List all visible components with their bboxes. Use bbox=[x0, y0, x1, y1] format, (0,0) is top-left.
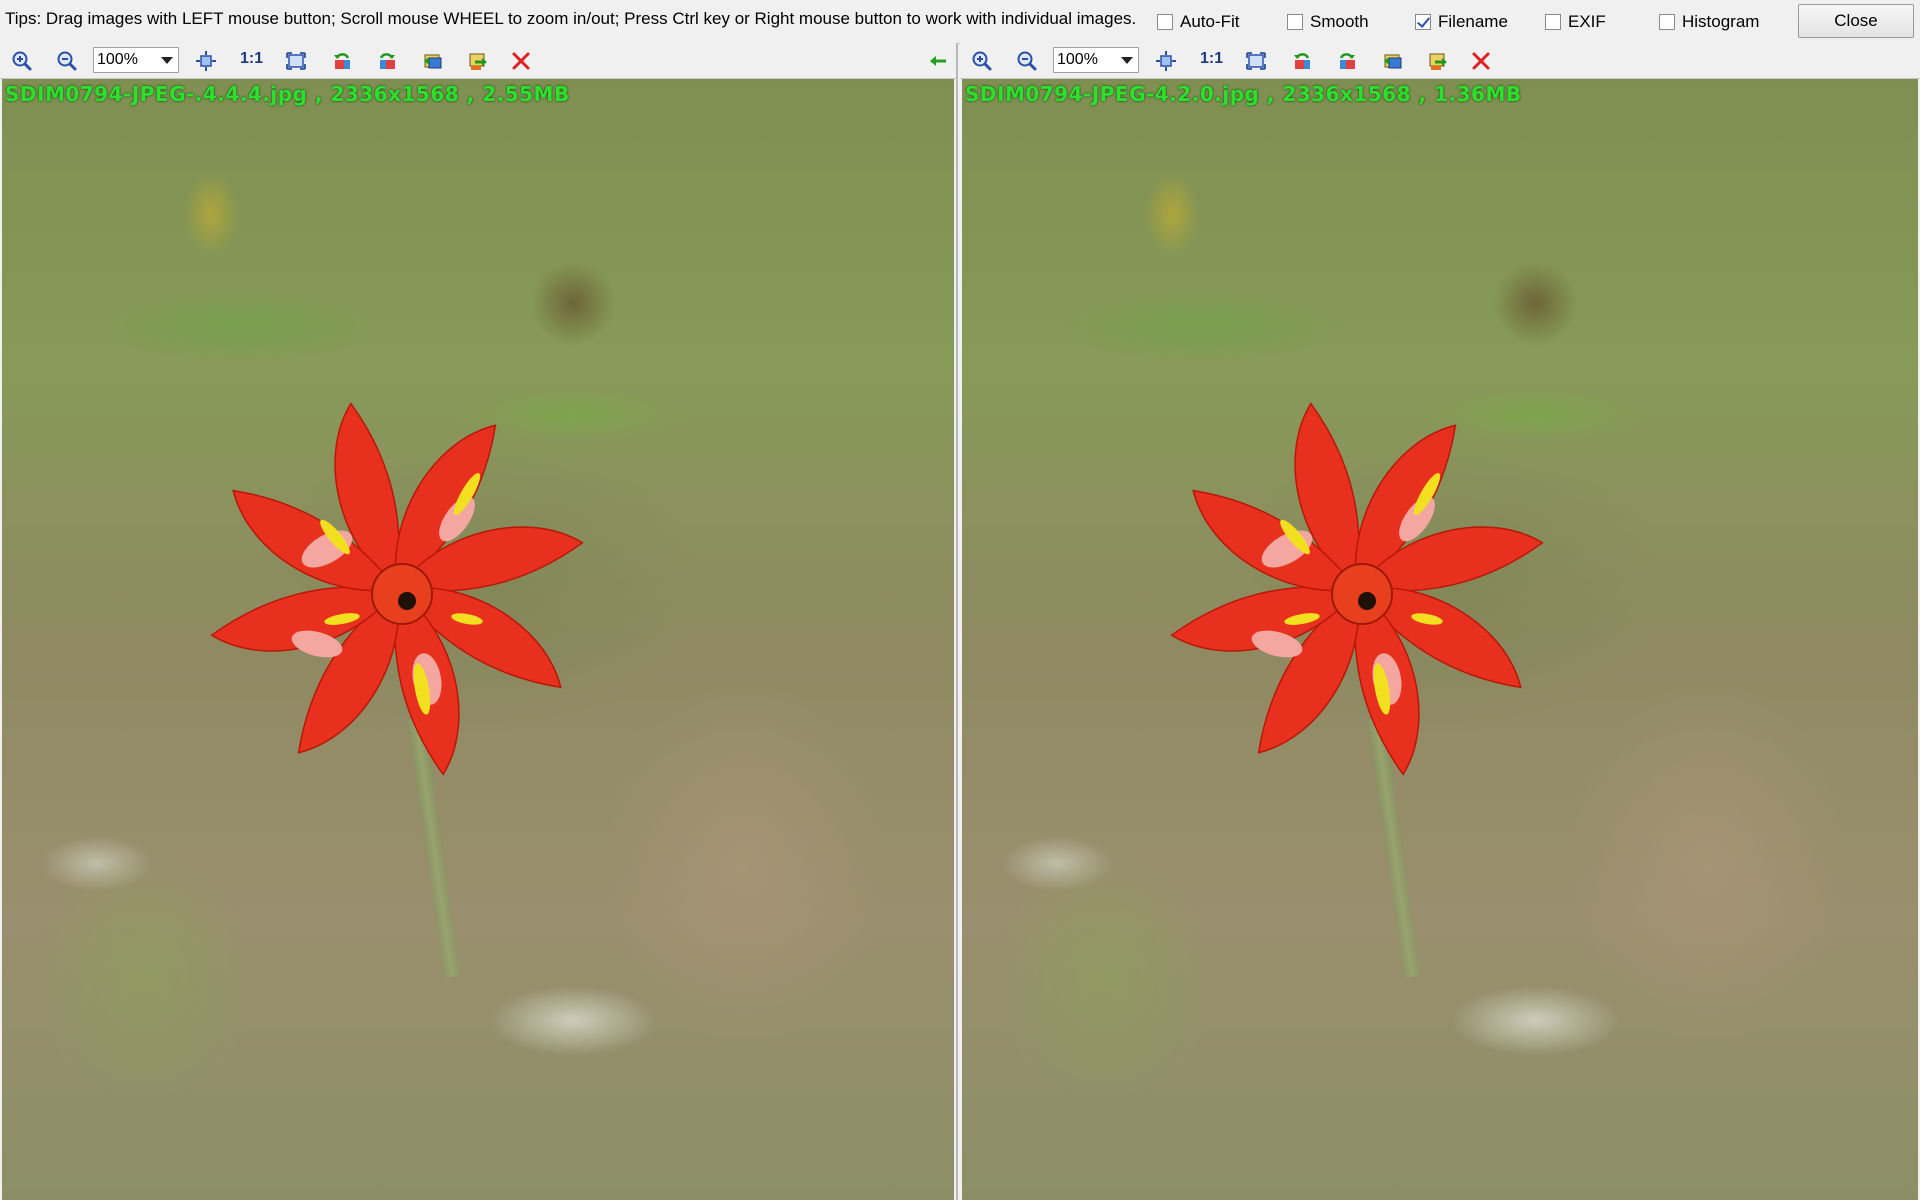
exif-label: EXIF bbox=[1568, 12, 1606, 31]
fullscreen-icon[interactable] bbox=[1243, 48, 1269, 74]
left-image-pane: 100% 1:1 SDIM0794-JPEG-.4.4.4.jpg , 2336… bbox=[0, 43, 958, 1200]
autofit-checkbox[interactable]: Auto-Fit bbox=[1157, 12, 1240, 32]
right-image-viewport[interactable]: SDIM0794-JPEG-4.2.0.jpg , 2336x1568 , 1.… bbox=[962, 79, 1918, 1200]
filename-checkbox[interactable]: Filename bbox=[1415, 12, 1508, 32]
left-toolbar: 100% 1:1 bbox=[0, 43, 956, 79]
zoom-select[interactable]: 100% bbox=[1053, 47, 1139, 73]
zoom-in-icon[interactable] bbox=[969, 48, 995, 74]
chevron-down-icon[interactable] bbox=[161, 57, 173, 64]
flower-image bbox=[1132, 379, 1582, 799]
close-image-icon[interactable] bbox=[508, 48, 534, 74]
autofit-checkbox-box[interactable] bbox=[1157, 14, 1173, 30]
zoom-value: 100% bbox=[97, 51, 138, 68]
zoom-value: 100% bbox=[1057, 51, 1098, 68]
actual-size-button[interactable]: 1:1 bbox=[1200, 50, 1223, 68]
rotate-right-icon[interactable] bbox=[374, 48, 400, 74]
fit-icon[interactable] bbox=[1153, 48, 1179, 74]
sync-arrow-icon[interactable] bbox=[925, 48, 951, 74]
chevron-down-icon[interactable] bbox=[1121, 57, 1133, 64]
zoom-out-icon[interactable] bbox=[1014, 48, 1040, 74]
zoom-out-icon[interactable] bbox=[54, 48, 80, 74]
left-image-viewport[interactable]: SDIM0794-JPEG-.4.4.4.jpg , 2336x1568 , 2… bbox=[2, 79, 954, 1200]
prev-image-icon[interactable] bbox=[420, 48, 446, 74]
smooth-checkbox[interactable]: Smooth bbox=[1287, 12, 1369, 32]
filename-overlay: SDIM0794-JPEG-4.2.0.jpg , 2336x1568 , 1.… bbox=[965, 82, 1522, 106]
smooth-checkbox-box[interactable] bbox=[1287, 14, 1303, 30]
tips-text: Tips: Drag images with LEFT mouse button… bbox=[5, 9, 1137, 28]
filename-label: Filename bbox=[1438, 12, 1508, 31]
top-bar: Tips: Drag images with LEFT mouse button… bbox=[0, 0, 1920, 44]
zoom-select[interactable]: 100% bbox=[93, 47, 179, 73]
right-toolbar: 100% 1:1 bbox=[960, 43, 1920, 79]
actual-size-button[interactable]: 1:1 bbox=[240, 50, 263, 68]
right-image-pane: 100% 1:1 SDIM0794-JPEG-4.2.0.jpg , 2336x… bbox=[960, 43, 1920, 1200]
rotate-left-icon[interactable] bbox=[1289, 48, 1315, 74]
histogram-label: Histogram bbox=[1682, 12, 1760, 31]
exif-checkbox-box[interactable] bbox=[1545, 14, 1561, 30]
fit-icon[interactable] bbox=[193, 48, 219, 74]
rotate-left-icon[interactable] bbox=[329, 48, 355, 74]
flower-image bbox=[172, 379, 622, 799]
histogram-checkbox[interactable]: Histogram bbox=[1659, 12, 1759, 32]
zoom-in-icon[interactable] bbox=[9, 48, 35, 74]
histogram-checkbox-box[interactable] bbox=[1659, 14, 1675, 30]
next-image-icon[interactable] bbox=[1425, 48, 1451, 74]
close-button[interactable]: Close bbox=[1798, 4, 1914, 38]
prev-image-icon[interactable] bbox=[1380, 48, 1406, 74]
smooth-label: Smooth bbox=[1310, 12, 1369, 31]
exif-checkbox[interactable]: EXIF bbox=[1545, 12, 1606, 32]
close-image-icon[interactable] bbox=[1468, 48, 1494, 74]
fullscreen-icon[interactable] bbox=[283, 48, 309, 74]
filename-overlay: SDIM0794-JPEG-.4.4.4.jpg , 2336x1568 , 2… bbox=[5, 82, 570, 106]
next-image-icon[interactable] bbox=[465, 48, 491, 74]
autofit-label: Auto-Fit bbox=[1180, 12, 1240, 31]
rotate-right-icon[interactable] bbox=[1334, 48, 1360, 74]
filename-checkbox-box[interactable] bbox=[1415, 14, 1431, 30]
